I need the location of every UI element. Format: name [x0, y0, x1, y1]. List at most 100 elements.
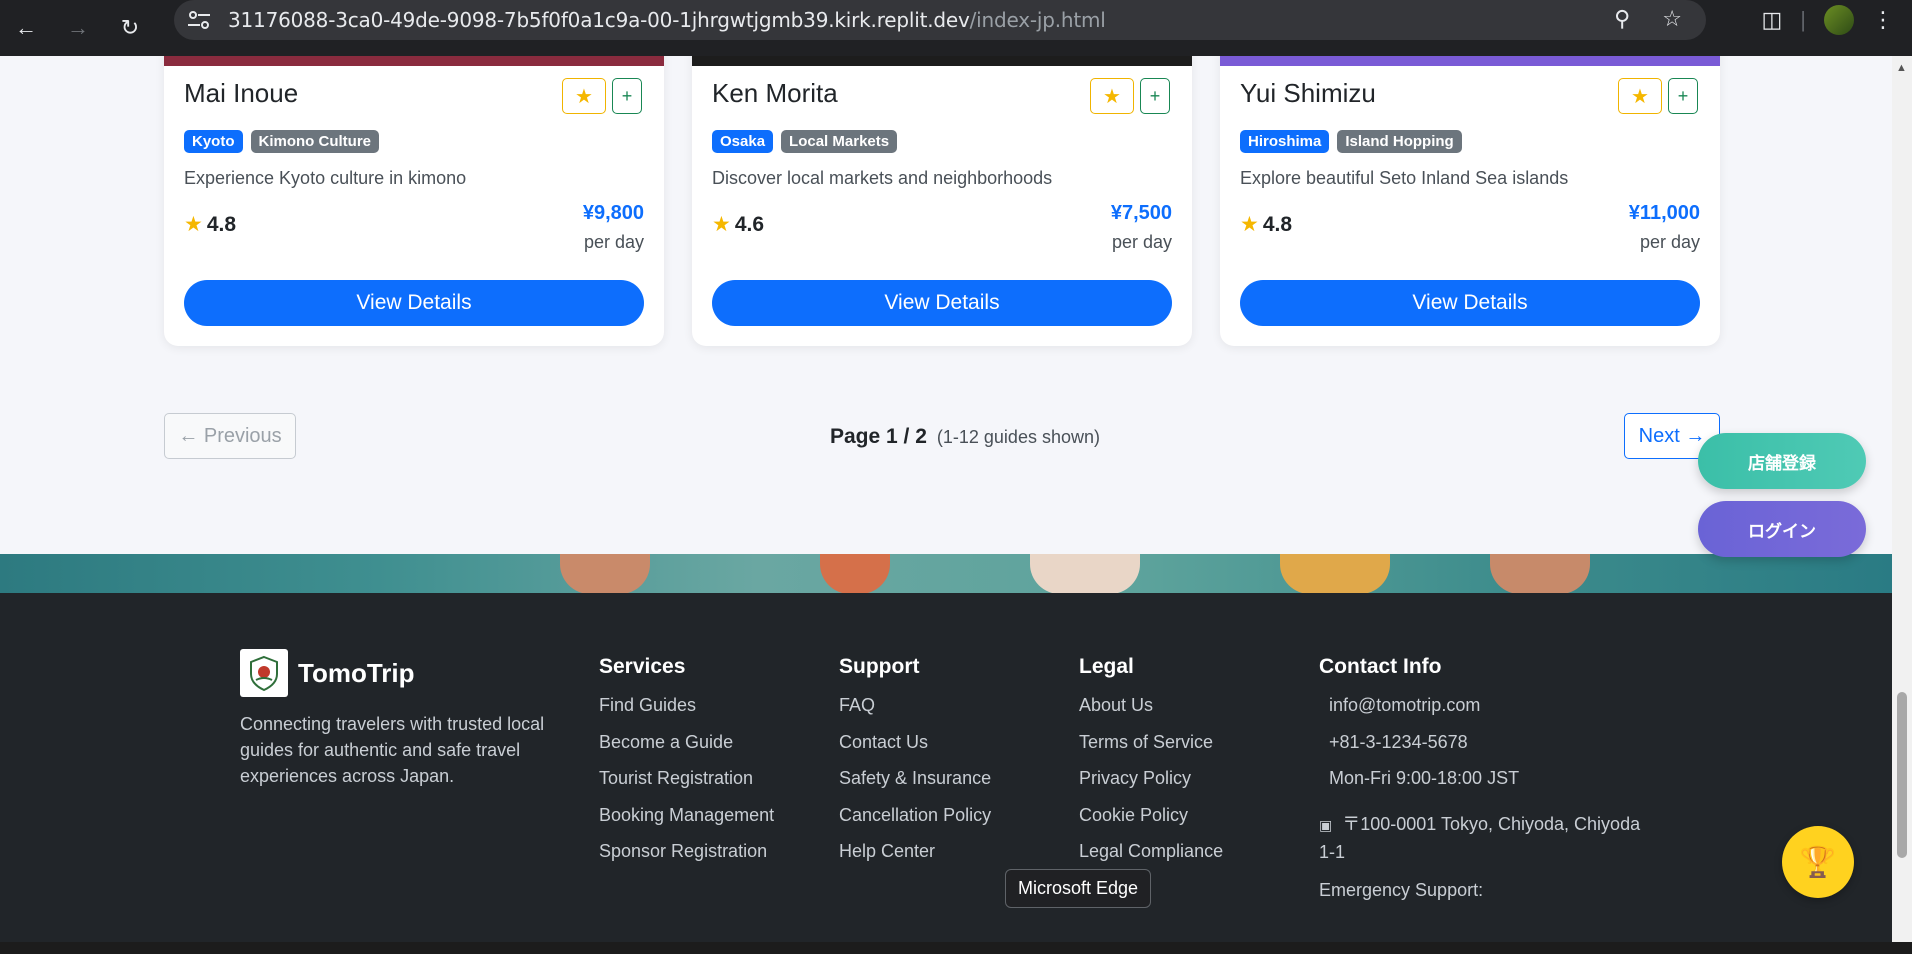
previous-page-button[interactable]: ← Previous: [164, 413, 296, 459]
guide-description: Experience Kyoto culture in kimono: [184, 168, 467, 188]
reload-icon[interactable]: ↻: [110, 8, 150, 48]
zoom-icon[interactable]: ⚲: [1614, 6, 1630, 32]
add-button[interactable]: +: [612, 78, 642, 114]
address-bar[interactable]: 31176088-3ca0-49de-9098-7b5f0f0a1c9a-00-…: [174, 0, 1706, 40]
price-unit: per day: [1639, 232, 1700, 252]
scroll-thumb[interactable]: [1897, 692, 1907, 858]
star-icon: ★: [1631, 85, 1649, 108]
footer-link-about-us[interactable]: About Us: [1079, 695, 1223, 732]
favorite-star-button[interactable]: ★: [562, 78, 606, 114]
footer-link-sponsor-registration[interactable]: Sponsor Registration: [599, 841, 774, 878]
forward-icon[interactable]: →: [58, 8, 98, 48]
url-path: /index-jp.html: [969, 8, 1106, 32]
location-badge: Kyoto: [184, 130, 243, 153]
footer-contact: Contact Info info@tomotrip.com +81-3-123…: [1319, 655, 1649, 916]
guides-count: (1-12 guides shown): [936, 427, 1100, 447]
star-icon: ★: [1103, 85, 1121, 108]
footer-link-booking-management[interactable]: Booking Management: [599, 805, 774, 842]
back-icon[interactable]: ←: [6, 8, 46, 48]
login-button[interactable]: ログイン: [1698, 501, 1866, 557]
footer-link-cancellation-policy[interactable]: Cancellation Policy: [839, 805, 991, 842]
page-scrollbar[interactable]: ▲ ▼: [1892, 56, 1912, 954]
footer-link-contact-us[interactable]: Contact Us: [839, 732, 991, 769]
rating-star-icon: ★: [184, 213, 203, 236]
contact-address: ▣ 〒100-0001 Tokyo, Chiyoda, Chiyoda 1-1: [1319, 811, 1649, 866]
guide-description: Discover local markets and neighborhoods: [712, 168, 1053, 188]
legal-heading: Legal: [1079, 655, 1134, 678]
guide-price: ¥9,800: [582, 202, 644, 224]
footer-link-help-center[interactable]: Help Center: [839, 841, 991, 878]
site-footer: TomoTrip Connecting travelers with trust…: [0, 593, 1892, 954]
guide-description: Explore beautiful Seto Inland Sea island…: [1240, 168, 1569, 188]
rating-value: 4.6: [734, 213, 765, 236]
page-content: Mai Inoue ★ + Kyoto Kimono Culture Exper…: [0, 56, 1892, 954]
site-info-icon[interactable]: [186, 8, 212, 32]
view-details-button[interactable]: View Details: [712, 280, 1172, 326]
brand-name: TomoTrip: [298, 657, 415, 688]
footer-link-cookie[interactable]: Cookie Policy: [1079, 805, 1223, 842]
footer-brand[interactable]: TomoTrip: [240, 649, 415, 697]
location-badge: Hiroshima: [1240, 130, 1330, 153]
banner-figure: [1280, 554, 1390, 594]
footer-link-tourist-registration[interactable]: Tourist Registration: [599, 768, 774, 805]
favorite-star-button[interactable]: ★: [1618, 78, 1662, 114]
guide-rating: ★ 4.8: [184, 212, 236, 237]
guide-price: ¥11,000: [1628, 202, 1700, 224]
guide-card: Mai Inoue ★ + Kyoto Kimono Culture Exper…: [164, 56, 664, 346]
star-icon: ★: [575, 85, 593, 108]
category-badge: Kimono Culture: [250, 130, 379, 153]
bookmark-star-icon[interactable]: ☆: [1662, 6, 1682, 32]
footer-link-privacy[interactable]: Privacy Policy: [1079, 768, 1223, 805]
favorite-star-button[interactable]: ★: [1090, 78, 1134, 114]
trophy-icon[interactable]: 🏆: [1782, 826, 1854, 898]
guide-rating: ★ 4.8: [1240, 212, 1292, 237]
footer-link-terms[interactable]: Terms of Service: [1079, 732, 1223, 769]
price-unit: per day: [583, 232, 644, 252]
profile-avatar[interactable]: [1824, 5, 1854, 35]
page-label: Page 1 / 2: [830, 425, 927, 448]
footer-link-safety-insurance[interactable]: Safety & Insurance: [839, 768, 991, 805]
banner-figure: [560, 554, 650, 594]
view-details-button[interactable]: View Details: [184, 280, 644, 326]
view-details-button[interactable]: View Details: [1240, 280, 1700, 326]
plus-icon: +: [1677, 85, 1689, 106]
contact-heading: Contact Info: [1319, 655, 1442, 678]
emergency-support-label: Emergency Support:: [1319, 879, 1484, 900]
footer-legal: Legal About Us Terms of Service Privacy …: [1079, 655, 1223, 878]
toolbar-divider: |: [1800, 7, 1806, 32]
services-heading: Services: [599, 655, 686, 678]
guide-name: Mai Inoue: [184, 78, 299, 108]
contact-email[interactable]: info@tomotrip.com: [1319, 695, 1649, 732]
guide-photo: [1220, 56, 1720, 66]
rating-value: 4.8: [1262, 213, 1293, 236]
category-badge: Island Hopping: [1337, 130, 1462, 153]
scroll-up-icon[interactable]: ▲: [1896, 62, 1907, 74]
plus-icon: +: [1149, 85, 1161, 106]
footer-link-become-guide[interactable]: Become a Guide: [599, 732, 774, 769]
rating-star-icon: ★: [712, 213, 731, 236]
guide-photo: [692, 56, 1192, 66]
guide-card: Ken Morita ★ + Osaka Local Markets Disco…: [692, 56, 1192, 346]
store-register-button[interactable]: 店舗登録: [1698, 433, 1866, 489]
guide-price: ¥7,500: [1110, 202, 1172, 224]
building-icon: ▣: [1319, 816, 1333, 833]
os-taskbar: [0, 942, 1912, 954]
rating-star-icon: ★: [1240, 213, 1259, 236]
contact-phone[interactable]: +81-3-1234-5678: [1319, 732, 1649, 769]
category-badge: Local Markets: [781, 130, 898, 153]
guide-card: Yui Shimizu ★ + Hiroshima Island Hopping…: [1220, 56, 1720, 346]
extensions-icon[interactable]: ◫: [1761, 7, 1782, 33]
footer-link-find-guides[interactable]: Find Guides: [599, 695, 774, 732]
add-button[interactable]: +: [1668, 78, 1698, 114]
browser-toolbar: ← → ↻ 31176088-3ca0-49de-9098-7b5f0f0a1c…: [0, 0, 1912, 56]
banner-figure: [1030, 554, 1140, 594]
brand-description: Connecting travelers with trusted local …: [240, 714, 545, 786]
guide-photo: [164, 56, 664, 66]
price-unit: per day: [1111, 232, 1172, 252]
footer-link-faq[interactable]: FAQ: [839, 695, 991, 732]
footer-banner-image: [0, 554, 1892, 594]
url-host: 31176088-3ca0-49de-9098-7b5f0f0a1c9a-00-…: [228, 8, 970, 32]
more-menu-icon[interactable]: ⋮: [1872, 7, 1894, 33]
add-button[interactable]: +: [1140, 78, 1170, 114]
rating-value: 4.8: [206, 213, 237, 236]
